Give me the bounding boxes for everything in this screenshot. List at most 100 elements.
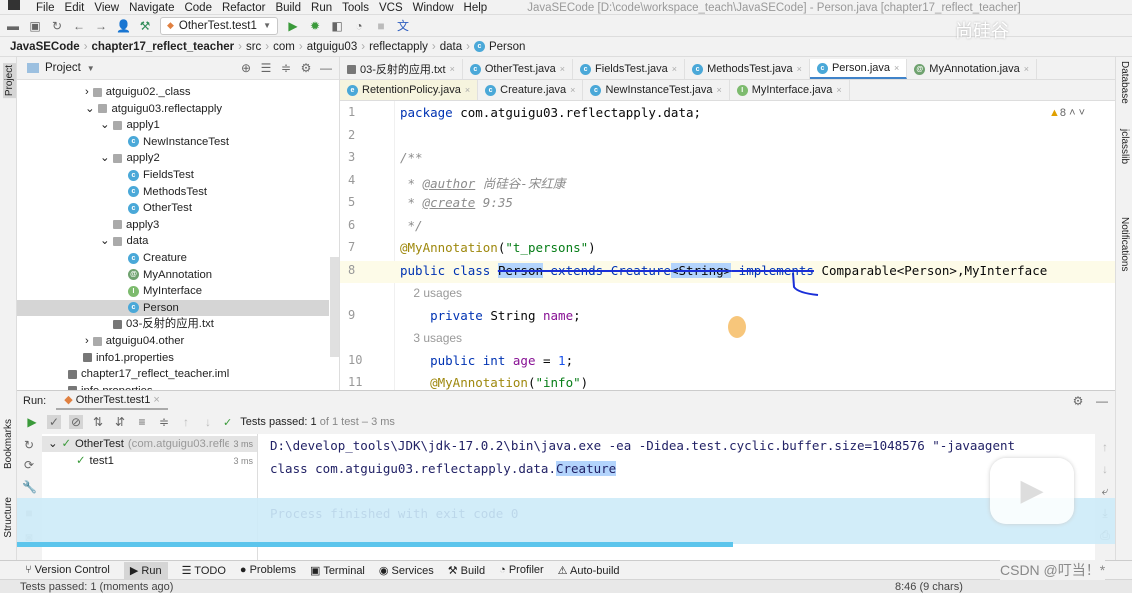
sort-duration-icon[interactable]: ⇵: [113, 415, 127, 429]
tree-item[interactable]: c FieldsTest: [17, 167, 329, 183]
structure-tool-button[interactable]: Structure: [3, 497, 14, 538]
tool-window-version-control[interactable]: ⑂ Version Control: [25, 564, 110, 576]
show-ignored-icon[interactable]: ⊘: [69, 415, 83, 429]
gear-icon[interactable]: ⚙: [299, 61, 313, 75]
breadcrumb-item[interactable]: JavaSECode: [10, 41, 80, 53]
tool-window-build[interactable]: ⚒ Build: [448, 564, 485, 577]
menu-item-run[interactable]: Run: [311, 2, 332, 14]
toggle-autotest-icon[interactable]: ⟳: [22, 458, 36, 472]
editor-tab[interactable]: I MyInterface.java ×: [730, 80, 850, 100]
breadcrumb-item[interactable]: atguigu03: [307, 41, 358, 53]
bookmarks-tool-button[interactable]: Bookmarks: [3, 419, 14, 469]
chevron-down-icon[interactable]: ⌄: [100, 117, 109, 133]
video-progress-bar[interactable]: [17, 542, 733, 547]
editor-tab[interactable]: @ MyAnnotation.java ×: [907, 59, 1038, 79]
back-icon[interactable]: ←: [72, 19, 86, 33]
settings-wrench-icon[interactable]: 🔧: [22, 480, 37, 494]
menu-item-refactor[interactable]: Refactor: [222, 2, 265, 14]
tree-item[interactable]: ⌄ apply2: [17, 150, 329, 166]
chevron-down-icon[interactable]: ⌄: [48, 436, 57, 452]
tree-item[interactable]: 03-反射的应用.txt: [17, 316, 329, 332]
chevron-down-icon[interactable]: ⌄: [85, 101, 94, 117]
prev-test-icon[interactable]: ↑: [179, 415, 193, 429]
tree-item[interactable]: c Creature: [17, 250, 329, 266]
open-folder-icon[interactable]: ▬: [6, 19, 20, 33]
tool-window-auto-build[interactable]: ⚠ Auto-build: [558, 564, 620, 577]
editor-tab[interactable]: e RetentionPolicy.java ×: [340, 80, 479, 100]
translate-icon[interactable]: 文: [396, 19, 410, 33]
collapse-all-icon[interactable]: ≑: [157, 415, 171, 429]
close-icon[interactable]: ×: [450, 64, 455, 74]
tool-window-todo[interactable]: ☰ TODO: [182, 564, 226, 577]
close-icon[interactable]: ×: [1024, 64, 1029, 74]
menu-item-file[interactable]: File: [36, 2, 55, 14]
save-icon[interactable]: ▣: [28, 19, 42, 33]
breadcrumb-item[interactable]: data: [440, 41, 462, 53]
tree-item[interactable]: ⌄ apply1: [17, 117, 329, 133]
rerun-failed-icon[interactable]: ↻: [22, 438, 36, 452]
close-icon[interactable]: ×: [894, 63, 899, 73]
breadcrumb-item[interactable]: src: [246, 41, 261, 53]
tree-item[interactable]: c MethodsTest: [17, 184, 329, 200]
tree-item[interactable]: c NewInstanceTest: [17, 134, 329, 150]
caret-position[interactable]: 8:46 (9 chars): [895, 580, 963, 593]
sync-icon[interactable]: ↻: [50, 19, 64, 33]
test-item[interactable]: ✓ test1 3 ms: [42, 453, 257, 469]
menu-item-code[interactable]: Code: [184, 2, 212, 14]
close-icon[interactable]: ×: [570, 85, 575, 95]
tree-item[interactable]: chapter17_reflect_teacher.iml: [17, 366, 329, 382]
menu-item-help[interactable]: Help: [464, 2, 488, 14]
close-icon[interactable]: ×: [560, 64, 565, 74]
tool-window-problems[interactable]: ● Problems: [240, 564, 296, 576]
menu-item-view[interactable]: View: [94, 2, 119, 14]
code-editor[interactable]: ▲8 ˄ ˅ 1 package com.atguigu03.reflectapp…: [340, 101, 1115, 390]
next-test-icon[interactable]: ↓: [201, 415, 215, 429]
tree-item[interactable]: I MyInterface: [17, 283, 329, 299]
run-icon[interactable]: ▶: [286, 19, 300, 33]
tool-window-run[interactable]: ▶ Run: [123, 561, 168, 579]
menu-item-window[interactable]: Window: [413, 2, 454, 14]
chevron-down-icon[interactable]: ⌄: [100, 233, 109, 249]
vcs-user-icon[interactable]: 👤: [116, 19, 131, 33]
soft-wrap-icon[interactable]: ⤶: [1098, 484, 1112, 498]
stop-icon[interactable]: ■: [374, 19, 388, 33]
hide-icon[interactable]: —: [1095, 394, 1109, 408]
expand-all-icon[interactable]: ≡: [135, 415, 149, 429]
menu-item-vcs[interactable]: VCS: [379, 2, 403, 14]
tree-item[interactable]: › atguigu02._class: [17, 84, 329, 100]
chevron-right-icon[interactable]: ›: [85, 333, 89, 349]
inspection-widget[interactable]: ▲8 ˄ ˅: [1049, 107, 1085, 119]
tool-window-terminal[interactable]: ▣ Terminal: [310, 564, 365, 577]
project-view-select[interactable]: Project: [45, 62, 81, 74]
menu-item-tools[interactable]: Tools: [342, 2, 369, 14]
tree-item[interactable]: apply3: [17, 217, 329, 233]
coverage-icon[interactable]: ◧: [330, 19, 344, 33]
close-icon[interactable]: ×: [465, 85, 470, 95]
debug-icon[interactable]: ✹: [308, 19, 322, 33]
tree-item[interactable]: ⌄ data: [17, 233, 329, 249]
rerun-icon[interactable]: ▶: [25, 415, 39, 429]
close-icon[interactable]: ×: [672, 64, 677, 74]
up-arrow-icon[interactable]: ↑: [1098, 440, 1112, 454]
menu-item-navigate[interactable]: Navigate: [129, 2, 174, 14]
editor-tab[interactable]: c FieldsTest.java ×: [573, 59, 686, 79]
close-icon[interactable]: ×: [797, 64, 802, 74]
chevron-right-icon[interactable]: ›: [85, 84, 89, 100]
build-hammer-icon[interactable]: ⚒: [138, 19, 152, 33]
tree-item[interactable]: ⌄ atguigu03.reflectapply: [17, 101, 329, 117]
editor-tab[interactable]: c MethodsTest.java ×: [685, 59, 810, 79]
breadcrumb-item[interactable]: com: [273, 41, 295, 53]
tool-window-services[interactable]: ◉ Services: [379, 564, 434, 577]
breadcrumb-item[interactable]: Person: [489, 41, 525, 53]
menu-item-build[interactable]: Build: [275, 2, 301, 14]
close-icon[interactable]: ×: [836, 85, 841, 95]
hide-icon[interactable]: —: [319, 61, 333, 75]
test-item[interactable]: ⌄ ✓ OtherTest (com.atguigu03.reflect 3 ms: [42, 436, 257, 452]
chevron-down-icon[interactable]: ⌄: [100, 150, 109, 166]
editor-tab[interactable]: c Creature.java ×: [478, 80, 584, 100]
sort-alpha-icon[interactable]: ⇅: [91, 415, 105, 429]
jclasslib-tool-button[interactable]: jclasslib: [1119, 129, 1130, 164]
tree-item[interactable]: c Person: [17, 299, 329, 316]
menu-item-edit[interactable]: Edit: [65, 2, 85, 14]
run-config-select[interactable]: ◆ OtherTest.test1 ▼: [160, 16, 278, 35]
